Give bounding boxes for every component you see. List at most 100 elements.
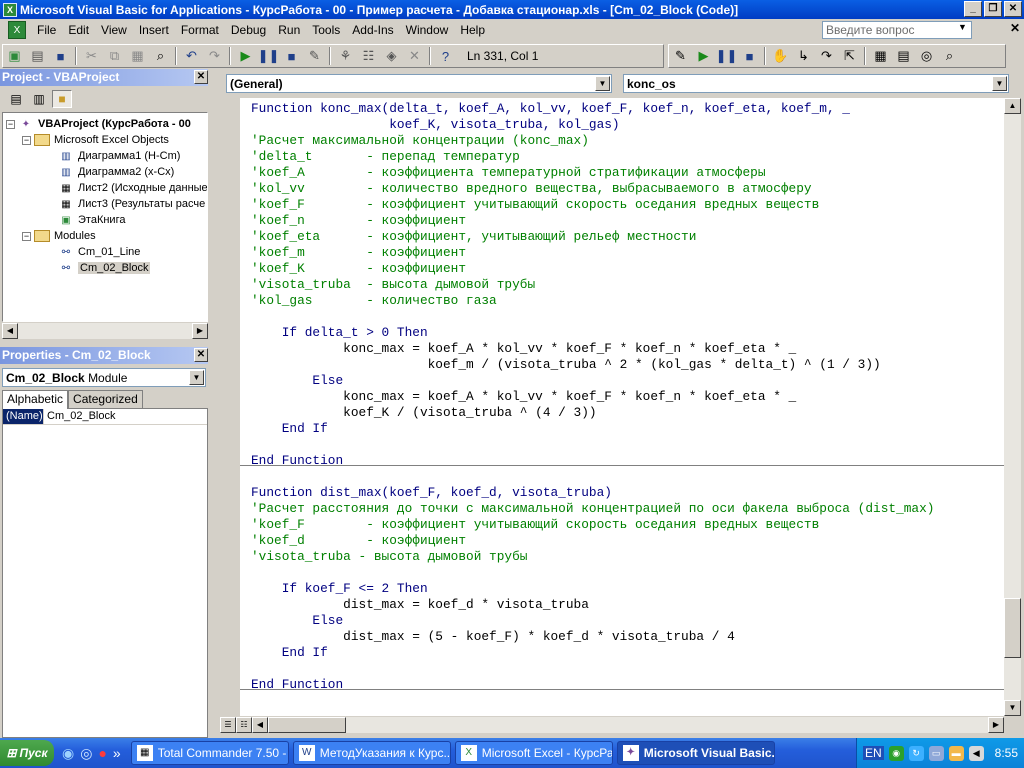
- paste-icon[interactable]: ▦: [126, 46, 149, 67]
- tray-sync-icon[interactable]: ↻: [908, 745, 924, 761]
- redo-icon[interactable]: ↷: [203, 46, 226, 67]
- tree-node-thisworkbook[interactable]: ▣ ЭтаКнига: [58, 212, 125, 228]
- code-line[interactable]: 'koef_A - коэффициента температурной стр…: [251, 165, 766, 181]
- tree-node-chart2[interactable]: ▥ Диаграмма2 (x-Cx): [58, 164, 174, 180]
- code-line[interactable]: 'visota_truba - высота дымовой трубы: [251, 549, 527, 565]
- edit-design-icon[interactable]: ✎: [669, 46, 692, 67]
- procedure-view-icon[interactable]: ☰: [220, 717, 236, 733]
- collapse-icon[interactable]: −: [22, 135, 31, 145]
- step-over-icon[interactable]: ↷: [815, 46, 838, 67]
- code-line[interactable]: Else: [251, 613, 343, 629]
- code-line[interactable]: 'Расчет максимальной концентрации (konc_…: [251, 133, 589, 149]
- help-icon[interactable]: ?: [434, 46, 457, 67]
- properties-object-select[interactable]: Cm_02_Block Module ▼: [2, 368, 206, 387]
- menu-window[interactable]: Window: [400, 20, 455, 40]
- menu-tools[interactable]: Tools: [306, 20, 346, 40]
- project-close-button[interactable]: ✕: [194, 70, 208, 84]
- insert-userform-icon[interactable]: ▤: [26, 46, 49, 67]
- scroll-down-icon[interactable]: ▼: [1004, 700, 1021, 716]
- break-icon[interactable]: ❚❚: [257, 46, 280, 67]
- scroll-right-icon[interactable]: ▶: [192, 323, 208, 339]
- tree-node-module2[interactable]: ⚯ Cm_02_Block: [58, 260, 151, 276]
- task-total-commander[interactable]: ▦ Total Commander 7.50 - ...: [130, 741, 289, 765]
- restore-button[interactable]: ❐: [984, 1, 1002, 17]
- run-icon-2[interactable]: ▶: [692, 46, 715, 67]
- code-line[interactable]: dist_max = (5 - koef_F) * koef_d * visot…: [251, 629, 735, 645]
- toggle-breakpoint-icon[interactable]: ✋: [769, 46, 792, 67]
- scroll-left-icon[interactable]: ◀: [2, 323, 18, 339]
- scroll-thumb[interactable]: [1004, 598, 1021, 658]
- properties-close-button[interactable]: ✕: [194, 348, 208, 362]
- task-excel[interactable]: X Microsoft Excel - КурсРа...: [454, 741, 613, 765]
- ask-dropdown-icon[interactable]: ▼: [958, 22, 967, 32]
- code-line[interactable]: 'visota_truba - высота дымовой трубы: [251, 277, 535, 293]
- find-icon[interactable]: ⌕: [149, 46, 172, 67]
- menu-debug[interactable]: Debug: [225, 20, 272, 40]
- code-margin[interactable]: [220, 98, 240, 716]
- hscroll-thumb[interactable]: [268, 717, 346, 733]
- object-select[interactable]: (General) ▼: [226, 74, 612, 93]
- code-line[interactable]: If koef_F <= 2 Then: [251, 581, 428, 597]
- scroll-right-icon[interactable]: ▶: [988, 717, 1004, 733]
- menu-view[interactable]: View: [95, 20, 133, 40]
- excel-app-icon[interactable]: X: [3, 2, 17, 17]
- start-button[interactable]: ⊞ Пуск: [0, 740, 54, 766]
- tab-categorized[interactable]: Categorized: [68, 390, 143, 408]
- code-line[interactable]: 'koef_n - коэффициент: [251, 213, 466, 229]
- project-explorer-icon[interactable]: ⚘: [334, 46, 357, 67]
- menu-format[interactable]: Format: [175, 20, 225, 40]
- menu-addins[interactable]: Add-Ins: [346, 20, 399, 40]
- procedure-select[interactable]: konc_os ▼: [623, 74, 1009, 93]
- full-module-view-icon[interactable]: ☷: [236, 717, 252, 733]
- toggle-folders-icon[interactable]: ■: [52, 90, 72, 108]
- menu-insert[interactable]: Insert: [133, 20, 175, 40]
- code-line[interactable]: 'Расчет расстояния до точки с максимальн…: [251, 501, 934, 517]
- immediate-window-icon[interactable]: ▤: [892, 46, 915, 67]
- project-hscroll[interactable]: ◀ ▶: [2, 323, 208, 339]
- code-line[interactable]: End Function: [251, 453, 343, 469]
- code-hscroll[interactable]: ☰ ☷ ◀ ▶: [220, 717, 1004, 733]
- messenger-icon[interactable]: ◎: [80, 745, 92, 762]
- property-row[interactable]: (Name) Cm_02_Block: [3, 409, 207, 425]
- reset-icon-2[interactable]: ■: [738, 46, 761, 67]
- break-icon-2[interactable]: ❚❚: [715, 46, 738, 67]
- save-icon[interactable]: ■: [49, 46, 72, 67]
- cut-icon[interactable]: ✂: [80, 46, 103, 67]
- excel-view-icon[interactable]: X: [8, 21, 26, 39]
- tree-node-modules[interactable]: − Modules: [22, 228, 96, 244]
- code-line[interactable]: Function dist_max(koef_F, koef_d, visota…: [251, 485, 612, 501]
- object-browser-icon[interactable]: ◈: [380, 46, 403, 67]
- copy-icon[interactable]: ⧉: [103, 46, 126, 67]
- view-object-icon[interactable]: ▥: [29, 90, 49, 108]
- view-code-icon[interactable]: ▤: [6, 90, 26, 108]
- tree-node-sheet3[interactable]: ▦ Лист3 (Результаты расче: [58, 196, 205, 212]
- code-vscroll[interactable]: ▲ ▼: [1004, 98, 1021, 716]
- step-into-icon[interactable]: ↳: [792, 46, 815, 67]
- tree-node-sheet2[interactable]: ▦ Лист2 (Исходные данные: [58, 180, 207, 196]
- chevron-down-icon[interactable]: ▼: [595, 76, 610, 91]
- code-line[interactable]: konc_max = koef_A * kol_vv * koef_F * ko…: [251, 389, 796, 405]
- menu-edit[interactable]: Edit: [62, 20, 95, 40]
- code-line[interactable]: 'koef_F - коэффициент учитывающий скорос…: [251, 517, 819, 533]
- tree-node-module1[interactable]: ⚯ Cm_01_Line: [58, 244, 141, 260]
- tray-network-icon[interactable]: ◉: [888, 745, 904, 761]
- browser-icon[interactable]: ◉: [62, 745, 74, 762]
- code-line[interactable]: End If: [251, 645, 328, 661]
- tree-node-root[interactable]: − ✦ VBAProject (КурсРабота - 00: [6, 116, 191, 132]
- tab-alphabetic[interactable]: Alphabetic: [2, 390, 69, 409]
- close-button[interactable]: ✕: [1004, 1, 1022, 17]
- view-excel-icon[interactable]: ▣: [3, 46, 26, 67]
- code-line[interactable]: 'delta_t - перепад температур: [251, 149, 520, 165]
- run-icon[interactable]: ▶: [234, 46, 257, 67]
- code-line[interactable]: Function konc_max(delta_t, koef_A, kol_v…: [251, 101, 850, 117]
- scroll-up-icon[interactable]: ▲: [1004, 98, 1021, 114]
- scroll-left-icon[interactable]: ◀: [252, 717, 268, 733]
- minimize-button[interactable]: _: [964, 1, 982, 17]
- code-line[interactable]: 'koef_m - коэффициент: [251, 245, 466, 261]
- menu-file[interactable]: File: [31, 20, 62, 40]
- task-word[interactable]: W МетодУказания к Курс...: [292, 741, 451, 765]
- code-line[interactable]: 'kol_vv - количество вредного вещества, …: [251, 181, 812, 197]
- code-line[interactable]: koef_K, visota_truba, kol_gas): [251, 117, 619, 133]
- code-line[interactable]: koef_K / (visota_truba ^ (4 / 3)): [251, 405, 596, 421]
- collapse-icon[interactable]: −: [22, 231, 31, 241]
